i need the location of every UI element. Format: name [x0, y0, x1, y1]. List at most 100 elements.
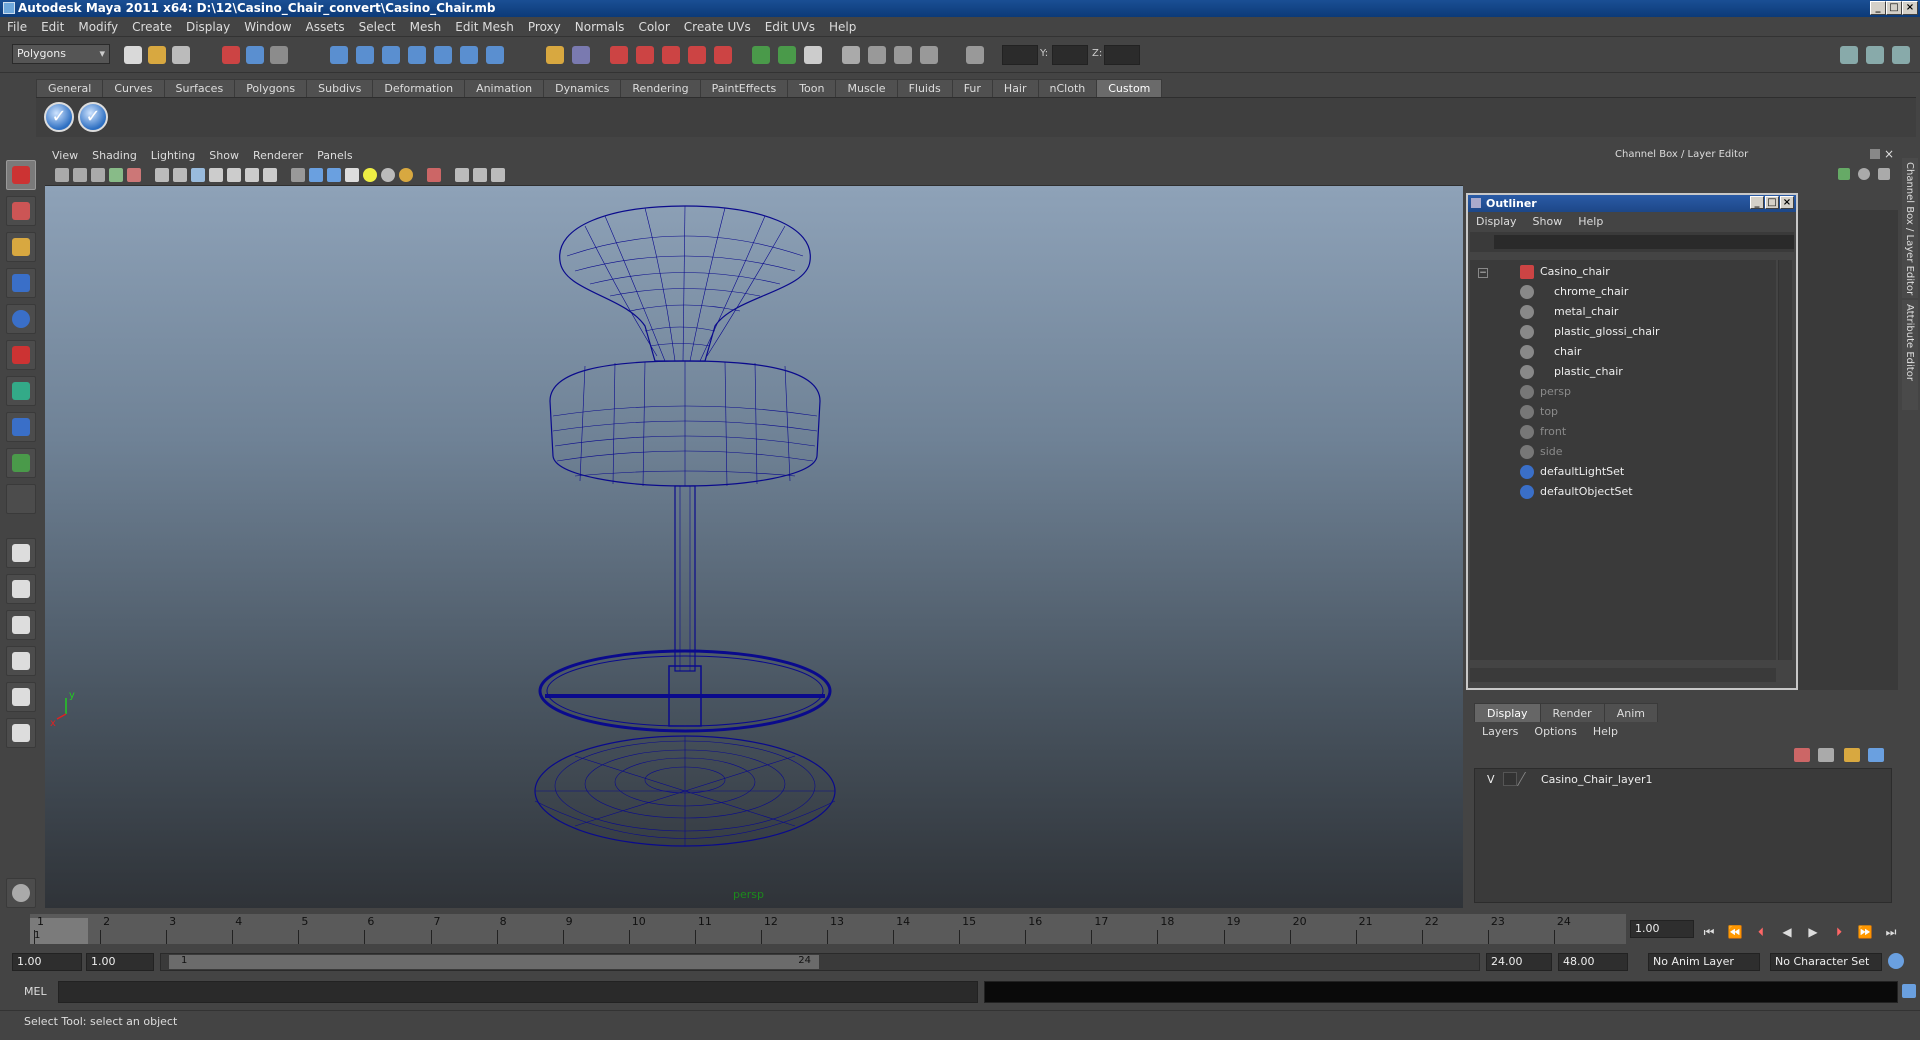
toggle-attribute-editor-icon[interactable]: [1840, 46, 1858, 64]
grid-icon[interactable]: [155, 168, 169, 182]
layout-persp-trax[interactable]: [6, 718, 36, 748]
layout-hypershade-persp[interactable]: [6, 682, 36, 712]
menu-mesh[interactable]: Mesh: [403, 17, 449, 37]
render-settings-icon[interactable]: [662, 46, 680, 64]
outliner-horizontal-scrollbar[interactable]: [1470, 668, 1776, 682]
end-time-field[interactable]: 48.00: [1558, 953, 1628, 971]
step-back-key-icon[interactable]: ⏴: [1752, 923, 1770, 941]
collapse-toggle-icon[interactable]: −: [1478, 268, 1488, 278]
snap-grid-icon[interactable]: [330, 46, 348, 64]
isolate-select-icon[interactable]: [427, 168, 441, 182]
menu-set-dropdown[interactable]: Polygons: [12, 44, 110, 64]
backface-icon[interactable]: [491, 168, 505, 182]
show-outliner-icon[interactable]: [920, 46, 938, 64]
show-tool-settings-icon[interactable]: [868, 46, 886, 64]
wireframe-on-shaded-icon[interactable]: [327, 168, 341, 182]
help-icon[interactable]: [486, 46, 504, 64]
outliner-item[interactable]: plastic_glossi_chair: [1520, 322, 1660, 342]
snap-point-icon[interactable]: [382, 46, 400, 64]
script-editor-icon[interactable]: [1902, 984, 1916, 998]
layout-four-panes[interactable]: [6, 574, 36, 604]
layer-type-toggle[interactable]: [1503, 772, 1517, 786]
shelf-tab-painteffects[interactable]: PaintEffects: [699, 79, 789, 97]
viewport-menu-shading[interactable]: Shading: [85, 147, 144, 165]
step-forward-key-icon[interactable]: ⏵: [1830, 923, 1848, 941]
panel-close-icon[interactable]: ×: [1884, 147, 1894, 161]
paint-select-tool[interactable]: [6, 232, 36, 262]
shelf-tab-polygons[interactable]: Polygons: [234, 79, 308, 97]
outliner-item[interactable]: chrome_chair: [1520, 282, 1628, 302]
viewport-menu-renderer[interactable]: Renderer: [246, 147, 310, 165]
outliner-item[interactable]: front: [1520, 422, 1566, 442]
snap-curve-icon[interactable]: [356, 46, 374, 64]
selection-mask-icon[interactable]: [778, 46, 796, 64]
select-tool[interactable]: [6, 160, 36, 190]
smooth-shade-icon[interactable]: [309, 168, 323, 182]
snap-view-plane-icon[interactable]: [408, 46, 426, 64]
viewport-menu-lighting[interactable]: Lighting: [144, 147, 202, 165]
high-quality-icon[interactable]: [399, 168, 413, 182]
layer-menu-options[interactable]: Options: [1526, 722, 1584, 742]
camera-select-icon[interactable]: [55, 168, 69, 182]
film-gate-icon[interactable]: [173, 168, 187, 182]
select-component-icon[interactable]: [270, 46, 288, 64]
x-field[interactable]: [1002, 45, 1038, 65]
outliner-item[interactable]: persp: [1520, 382, 1571, 402]
outliner-menu-show[interactable]: Show: [1525, 212, 1571, 232]
playback-end-field[interactable]: 24.00: [1486, 953, 1552, 971]
save-scene-icon[interactable]: [172, 46, 190, 64]
time-slider[interactable]: 1 1 2 3 4 5 6 7 8 9 10 11 12 13 14 15 16 17 18 19 20 21 22 23 2…: [0, 912, 1920, 946]
shelf-tab-muscle[interactable]: Muscle: [835, 79, 898, 97]
outliner-maximize-button[interactable]: □: [1765, 196, 1779, 209]
channel-box-area[interactable]: [1798, 210, 1898, 690]
outliner-vertical-scrollbar[interactable]: [1778, 260, 1792, 660]
shelf-tab-subdivs[interactable]: Subdivs: [306, 79, 374, 97]
shelf-tab-animation[interactable]: Animation: [464, 79, 545, 97]
viewport-menu-show[interactable]: Show: [202, 147, 246, 165]
go-to-start-icon[interactable]: ⏮: [1700, 923, 1718, 941]
toggle-channel-box-icon[interactable]: [1892, 46, 1910, 64]
menu-create[interactable]: Create: [125, 17, 179, 37]
shelf-tab-hair[interactable]: Hair: [991, 79, 1039, 97]
outliner-close-button[interactable]: ×: [1780, 196, 1794, 209]
go-to-end-icon[interactable]: ⏭: [1882, 923, 1900, 941]
channel-box-side-tab[interactable]: Channel Box / Layer Editor: [1902, 158, 1918, 298]
perspective-viewport[interactable]: y x persp: [45, 186, 1463, 908]
transform-mode-icon[interactable]: [966, 46, 984, 64]
mel-label[interactable]: MEL: [24, 985, 47, 998]
show-manipulator-tool[interactable]: [6, 448, 36, 478]
outliner-item[interactable]: top: [1520, 402, 1558, 422]
wireframe-icon[interactable]: [291, 168, 305, 182]
menu-create-uvs[interactable]: Create UVs: [677, 17, 758, 37]
character-set-dropdown[interactable]: No Character Set: [1770, 953, 1882, 971]
layer-menu-help[interactable]: Help: [1585, 722, 1626, 742]
y-field[interactable]: [1052, 45, 1088, 65]
menu-display[interactable]: Display: [179, 17, 237, 37]
rotate-tool[interactable]: [6, 304, 36, 334]
ipr-render-icon[interactable]: [636, 46, 654, 64]
step-forward-frame-icon[interactable]: ⏩: [1856, 923, 1874, 941]
outliner-menu-help[interactable]: Help: [1570, 212, 1611, 232]
maximize-button[interactable]: □: [1886, 1, 1902, 15]
make-live-icon[interactable]: [434, 46, 452, 64]
new-scene-icon[interactable]: [124, 46, 142, 64]
shelf-tab-deformation[interactable]: Deformation: [372, 79, 466, 97]
time-ruler[interactable]: 1 1 2 3 4 5 6 7 8 9 10 11 12 13 14 15 16 17 18 19 20 21 22 23 2…: [30, 914, 1626, 944]
construction-history-icon[interactable]: [572, 46, 590, 64]
hypershade-icon[interactable]: [688, 46, 706, 64]
playback-start-field[interactable]: 1.00: [86, 953, 154, 971]
history-icon[interactable]: [460, 46, 478, 64]
field-chart-icon[interactable]: [227, 168, 241, 182]
lasso-tool[interactable]: [6, 196, 36, 226]
shelf-tab-ncloth[interactable]: nCloth: [1037, 79, 1098, 97]
z-field[interactable]: [1104, 45, 1140, 65]
select-object-icon[interactable]: [246, 46, 264, 64]
new-layer-from-selected-icon[interactable]: [1868, 748, 1884, 762]
layer-color-swatch[interactable]: [1516, 772, 1538, 786]
panel-float-icon[interactable]: [1870, 149, 1880, 159]
outliner-item[interactable]: Casino_chair: [1520, 262, 1610, 282]
show-channel-box-icon[interactable]: [894, 46, 912, 64]
outliner-item[interactable]: side: [1520, 442, 1563, 462]
input-line-icon[interactable]: [752, 46, 770, 64]
menu-proxy[interactable]: Proxy: [521, 17, 568, 37]
